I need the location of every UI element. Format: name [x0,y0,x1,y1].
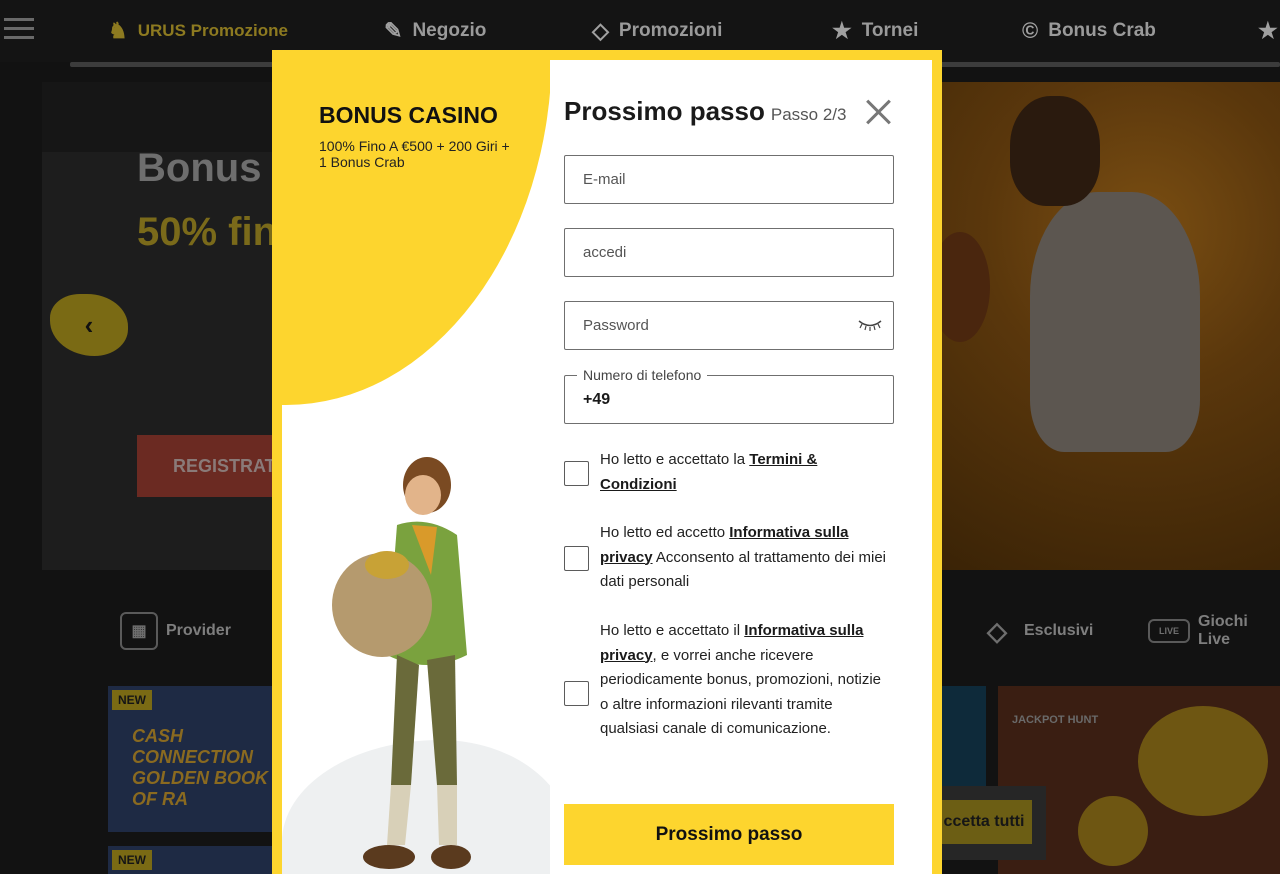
diamond-icon: ◇ [987,615,1007,646]
email-field[interactable] [564,155,894,204]
category-esclusivi[interactable]: ◇ Esclusivi [978,610,1093,652]
terms-consent-text: Ho letto e accettato la Termini & Condiz… [600,451,818,493]
login-input[interactable] [565,229,893,276]
marketing-consent-text: Ho letto e accettato il Informativa sull… [600,622,881,737]
registration-modal: BONUS CASINO 100% Fino A €500 + 200 Giri… [272,50,942,874]
nav-item-label: Promozioni [618,20,723,41]
password-field[interactable] [564,301,894,350]
step-indicator: Passo 2/3 [770,105,847,124]
ticket-icon: ✎ [384,18,403,43]
bonus-title: BONUS CASINO [319,102,498,128]
registration-form-panel: Prossimo passo Passo 2/3 Numero di telef… [550,60,932,874]
privacy-checkbox[interactable] [564,546,589,571]
nav-item-label: Tornei [861,20,919,41]
stars-icon: ★ [1258,18,1278,43]
login-field[interactable] [564,228,894,277]
cookie-banner: ccetta tutti [926,786,1046,860]
nav-item-label: URUS Promozione [137,21,288,40]
promo-panel: BONUS CASINO 100% Fino A €500 + 200 Giri… [272,50,572,874]
game-tile[interactable]: NEW [108,846,278,874]
bull-icon: ♞ [108,18,128,43]
diamond-icon: ◇ [592,18,609,43]
mascot-character-illustration [332,457,471,869]
privacy-consent-text: Ho letto ed accetto Informativa sulla pr… [600,524,887,590]
star-trophy-icon: ★ [832,18,852,43]
new-badge: NEW [112,690,152,710]
basketball-player-image [930,82,1280,570]
close-icon[interactable] [864,98,894,128]
marketing-checkbox[interactable] [564,681,589,706]
nav-item-bonus-crab[interactable]: © Bonus Crab [1022,16,1156,46]
accept-all-cookies-button[interactable]: ccetta tutti [936,800,1032,844]
nav-item-label: Bonus Crab [1048,20,1156,41]
category-provider[interactable]: ▦ Provider [120,610,231,652]
menu-icon[interactable] [4,18,34,42]
hero-subtitle: 50% fin [137,210,278,254]
game-title: JACKPOT HUNT [1012,714,1099,726]
nav-item-more[interactable]: ★ [1258,16,1278,46]
phone-field[interactable]: Numero di telefono +49 [564,367,894,424]
terms-checkbox[interactable] [564,461,589,486]
modal-title-text: Prossimo passo [564,96,765,126]
bonus-subtitle: 100% Fino A €500 + 200 Giri + 1 Bonus Cr… [319,138,510,170]
category-label: Provider [166,622,231,639]
nav-item-promozioni[interactable]: ◇ Promozioni [592,16,722,46]
nav-item-negozio[interactable]: ✎ Negozio [384,16,486,46]
email-input[interactable] [565,156,893,203]
game-title: CASH CONNECTION GOLDEN BOOK OF RA [132,726,269,809]
grid-icon: ▦ [120,612,158,650]
crab-c-icon: © [1022,18,1039,43]
category-giochi-live[interactable]: LIVE Giochi Live [1148,610,1258,652]
phone-prefix[interactable]: +49 [583,391,610,409]
category-label: Giochi Live [1198,613,1248,648]
password-input[interactable] [565,302,893,349]
nav-item-urus-promozione[interactable]: ♞ URUS Promozione [108,16,288,46]
chevron-left-icon: ‹ [84,309,94,340]
category-label: Esclusivi [1024,622,1094,639]
eye-closed-icon[interactable] [857,318,883,332]
live-icon: LIVE [1148,619,1190,643]
hero-title: Bonus [137,146,262,190]
next-step-button[interactable]: Prossimo passo [564,804,894,865]
phone-label: Numero di telefono [577,367,708,383]
nav-item-label: Negozio [412,20,487,41]
modal-title: Prossimo passo Passo 2/3 [564,96,846,127]
game-tile[interactable]: NEW CASH CONNECTION GOLDEN BOOK OF RA [108,686,278,832]
nav-item-tornei[interactable]: ★ Tornei [832,16,918,46]
new-badge: NEW [112,850,152,870]
